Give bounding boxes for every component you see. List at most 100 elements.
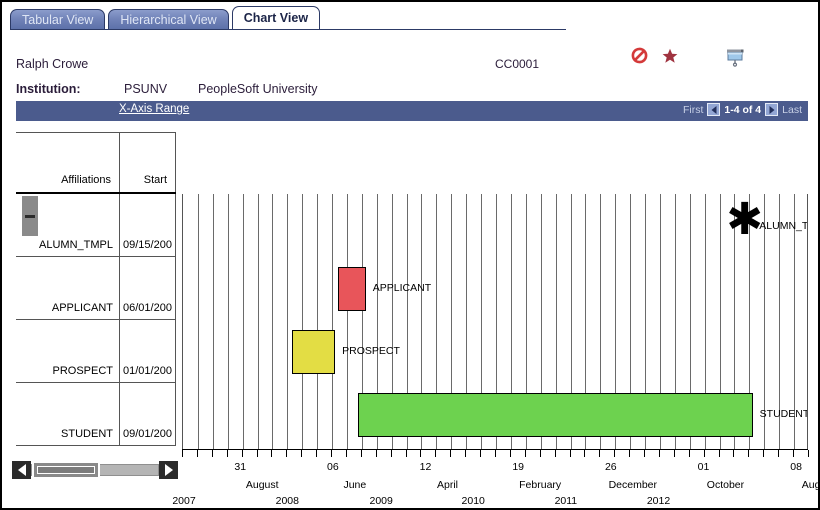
axis-day-label: 12 <box>419 461 432 473</box>
nav-row-count: 1-4 of 4 <box>724 103 762 116</box>
axis-tick <box>286 450 287 457</box>
table-row[interactable]: APPLICANT 06/01/200 <box>16 257 176 320</box>
chart-view-page: Tabular View Hierarchical View Chart Vie… <box>0 0 820 510</box>
xaxis-range-link[interactable]: X-Axis Range <box>119 103 189 115</box>
axis-tick <box>510 450 511 457</box>
cell-affiliation: APPLICANT <box>16 257 120 319</box>
cell-start-date: 06/01/200 <box>120 257 176 319</box>
axis-tick <box>629 450 630 457</box>
axis-year-label: 2012 <box>646 495 671 507</box>
gridline <box>347 194 348 449</box>
nav-last-link[interactable]: Last <box>782 104 802 116</box>
table-row[interactable]: ALUMN_TMPL 09/15/200 <box>16 194 176 257</box>
tab-hierarchical-view[interactable]: Hierarchical View <box>108 9 229 30</box>
axis-tick <box>748 450 749 457</box>
nav-previous-icon[interactable] <box>707 103 721 116</box>
scroll-right-icon[interactable] <box>159 461 178 479</box>
axis-tick <box>704 450 705 457</box>
axis-day-label: 01 <box>697 461 710 473</box>
axis-month-label: August <box>801 479 820 491</box>
axis-tick <box>420 450 421 457</box>
institution-description: PeopleSoft University <box>198 82 318 96</box>
axis-tick <box>316 450 317 457</box>
axis-tick <box>644 450 645 457</box>
column-header-start-label: Start <box>143 174 167 186</box>
gantt-bar[interactable] <box>357 393 753 437</box>
axis-tick <box>689 450 690 457</box>
start-date: 01/01/200 <box>123 365 172 377</box>
gantt-bar-label: APPLICANT <box>372 282 432 294</box>
employee-id: CC0001 <box>495 57 540 71</box>
start-date: 09/01/200 <box>123 428 172 440</box>
axis-month-label: February <box>519 479 562 491</box>
axis-year-label: 2009 <box>369 495 393 507</box>
gridline <box>213 194 214 449</box>
axis-tick <box>450 450 451 457</box>
axis-tick <box>584 450 585 457</box>
axis-tick <box>614 450 615 457</box>
axis-tick <box>197 450 198 457</box>
gantt-bar[interactable] <box>337 267 366 311</box>
gridline <box>258 194 259 449</box>
axis-tick <box>599 450 600 457</box>
axis-day-label: 06 <box>327 461 339 473</box>
institution-label: Institution: <box>16 82 81 96</box>
star-icon[interactable] <box>662 48 678 64</box>
axis-day-label: 26 <box>604 461 617 473</box>
tabbar-underline <box>10 29 566 30</box>
nav-first-link[interactable]: First <box>683 104 703 116</box>
gridline <box>302 194 303 449</box>
gantt-bar[interactable] <box>291 330 336 374</box>
gantt-bar-label: STUDENT <box>759 408 808 420</box>
projector-screen-icon[interactable] <box>724 46 746 68</box>
axis-tick <box>271 450 272 457</box>
affiliation-name: ALUMN_TMPL <box>39 239 113 251</box>
axis-tick <box>808 450 809 457</box>
axis-tick <box>674 450 675 457</box>
nav-next-icon[interactable] <box>765 103 779 116</box>
gridline <box>198 194 199 449</box>
affiliations-table-body: ALUMN_TMPL 09/15/200 APPLICANT 06/01/200… <box>16 194 176 449</box>
axis-tick <box>793 450 794 457</box>
column-header-affiliations: Affiliations <box>16 132 120 192</box>
gantt-bar-label: PROSPECT <box>342 345 400 357</box>
horizontal-scrollbar[interactable] <box>12 461 178 479</box>
table-row[interactable]: PROSPECT 01/01/200 <box>16 320 176 383</box>
axis-tick <box>182 450 183 457</box>
pagination-controls: First 1-4 of 4 Last <box>683 103 802 116</box>
gridline <box>287 194 288 449</box>
axis-tick <box>301 450 302 457</box>
axis-tick <box>465 450 466 457</box>
axis-tick <box>257 450 258 457</box>
axis-year-label: 2008 <box>275 495 299 507</box>
affiliation-name: APPLICANT <box>51 302 113 314</box>
scrollbar-thumb[interactable] <box>32 461 100 479</box>
axis-month-label: June <box>343 479 367 491</box>
no-entry-icon[interactable] <box>631 47 648 64</box>
axis-day-label: 31 <box>234 461 247 473</box>
axis-tick <box>555 450 556 457</box>
axis-tick <box>659 450 660 457</box>
tree-collapse-icon[interactable] <box>22 196 38 236</box>
axis-tick <box>525 450 526 457</box>
cell-start-date: 09/15/200 <box>120 194 176 256</box>
person-name: Ralph Crowe <box>16 57 89 71</box>
gantt-point-marker[interactable]: ✱ <box>726 197 763 241</box>
gridline <box>317 194 318 449</box>
tab-tabular-view[interactable]: Tabular View <box>10 9 106 30</box>
axis-day-label: 08 <box>790 461 802 473</box>
tab-chart-view[interactable]: Chart View <box>231 6 321 30</box>
axis-tick <box>570 450 571 457</box>
axis-year-label: 2007 <box>172 495 196 507</box>
axis-day-label: 19 <box>512 461 524 473</box>
axis-tick <box>763 450 764 457</box>
axis-month-label: December <box>608 479 658 491</box>
axis-tick <box>719 450 720 457</box>
scroll-left-icon[interactable] <box>12 461 31 479</box>
axis-tick <box>376 450 377 457</box>
view-tabbar: Tabular View Hierarchical View Chart Vie… <box>10 4 323 30</box>
column-header-start: Start <box>120 132 176 192</box>
axis-tick <box>391 450 392 457</box>
gridline <box>272 194 273 449</box>
table-row[interactable]: STUDENT 09/01/200 <box>16 383 176 446</box>
